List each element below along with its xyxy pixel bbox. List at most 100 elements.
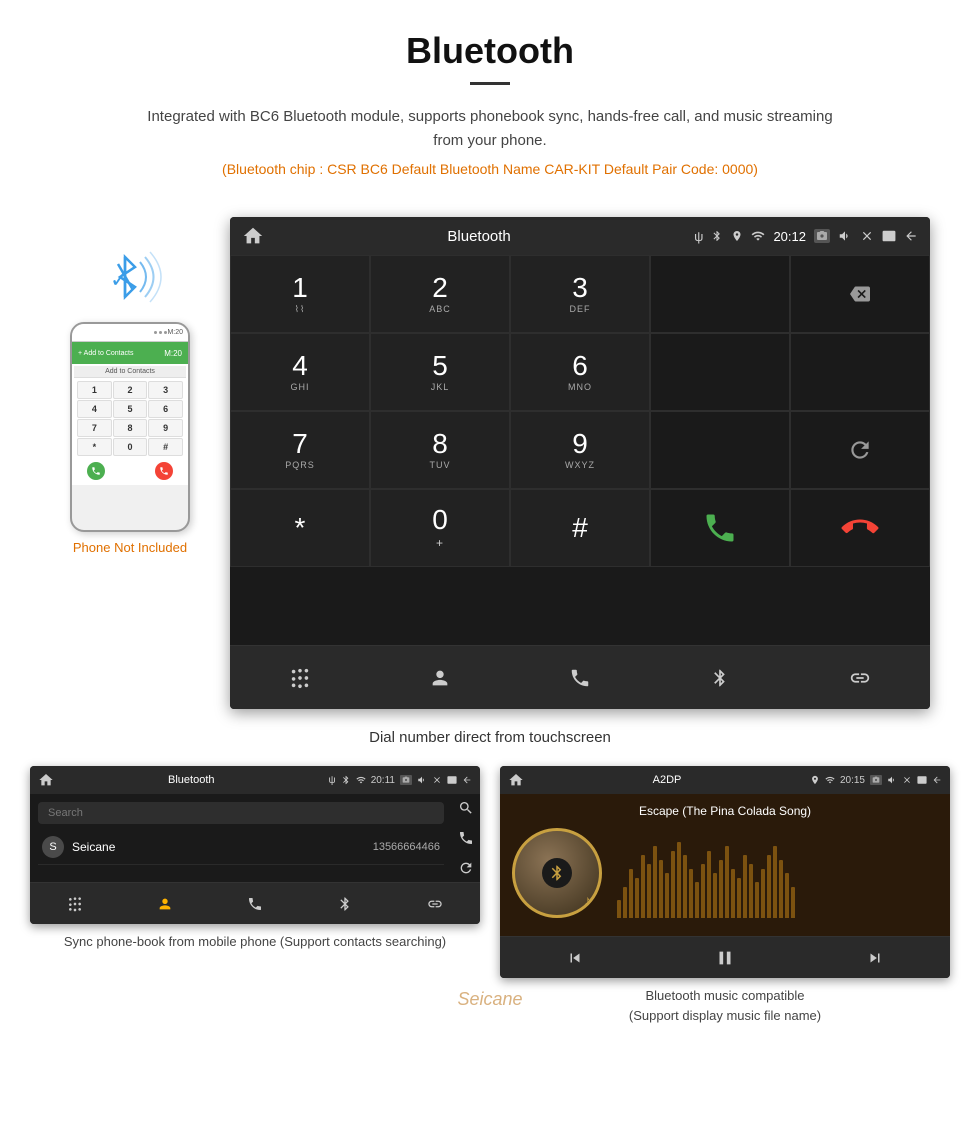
dial-key-3[interactable]: 3 DEF xyxy=(510,255,650,333)
viz-bar xyxy=(755,882,759,918)
dial-key-4[interactable]: 4 GHI xyxy=(230,333,370,411)
viz-bar xyxy=(683,855,687,918)
pb-close-icon xyxy=(432,775,442,785)
phone-dial-2[interactable]: 2 xyxy=(113,381,148,399)
dial-key-9[interactable]: 9 WXYZ xyxy=(510,411,650,489)
viz-bar xyxy=(695,882,699,918)
main-time: 20:12 xyxy=(773,229,806,244)
phone-dial-4[interactable]: 4 xyxy=(77,400,112,418)
contact-number: 13566664466 xyxy=(373,841,440,853)
dial-key-7[interactable]: 7 PQRS xyxy=(230,411,370,489)
end-call-icon xyxy=(835,503,886,554)
phone-dial-0[interactable]: 0 xyxy=(113,438,148,456)
dial-key-8[interactable]: 8 TUV xyxy=(370,411,510,489)
phone-dial-5[interactable]: 5 xyxy=(113,400,148,418)
page-header: Bluetooth Integrated with BC6 Bluetooth … xyxy=(0,0,980,207)
screen-icon xyxy=(882,229,896,243)
phonebook-home-icon[interactable] xyxy=(38,772,54,788)
dial-key-0[interactable]: 0 + xyxy=(370,489,510,567)
main-screen-area: ✓ M:20 xyxy=(0,207,980,719)
next-track-btn[interactable] xyxy=(800,937,950,978)
phone-dial-1[interactable]: 1 xyxy=(77,381,112,399)
camera-icon[interactable] xyxy=(814,229,830,243)
pb-link-btn[interactable] xyxy=(390,883,480,924)
pb-link-icon xyxy=(427,896,443,912)
dial-empty-3 xyxy=(790,333,930,411)
music-camera-icon xyxy=(870,775,882,785)
main-screen-caption: Dial number direct from touchscreen xyxy=(0,729,980,746)
play-pause-btn[interactable] xyxy=(650,937,800,978)
viz-bar xyxy=(785,873,789,918)
dial-call-green-cell[interactable] xyxy=(650,489,790,567)
album-art: ♪ xyxy=(512,828,602,918)
viz-bar xyxy=(707,851,711,919)
pb-dialpad-btn[interactable] xyxy=(30,883,120,924)
call-icon-pb xyxy=(458,830,474,846)
phone-dial-3[interactable]: 3 xyxy=(148,381,183,399)
phone-call-button[interactable] xyxy=(87,462,105,480)
music-close-icon xyxy=(902,775,912,785)
phone-dial-7[interactable]: 7 xyxy=(77,419,112,437)
music-screen: A2DP 20:15 xyxy=(500,766,950,978)
contact-row[interactable]: S Seicane 13566664466 xyxy=(38,830,444,865)
pb-calllog-icon xyxy=(247,896,263,912)
bluetooth-action-icon xyxy=(710,667,730,689)
music-loc-icon xyxy=(810,775,820,785)
phone-dial-9[interactable]: 9 xyxy=(148,419,183,437)
pb-contacts-btn[interactable] xyxy=(120,883,210,924)
dial-key-5[interactable]: 5 JKL xyxy=(370,333,510,411)
end-call-icon xyxy=(159,466,169,476)
dial-key-1[interactable]: 1 ⌇⌇ xyxy=(230,255,370,333)
viz-bar xyxy=(629,869,633,919)
phone-dial-8[interactable]: 8 xyxy=(113,419,148,437)
pb-time: 20:11 xyxy=(371,775,395,786)
play-pause-icon xyxy=(714,947,736,969)
dial-empty-4 xyxy=(650,411,790,489)
volume-icon[interactable] xyxy=(838,229,852,243)
main-car-screen: Bluetooth ψ 20:12 xyxy=(230,217,930,709)
music-home-icon[interactable] xyxy=(508,772,524,788)
phone-dial-hash[interactable]: # xyxy=(148,438,183,456)
dial-key-hash[interactable]: # xyxy=(510,489,650,567)
pb-call-btn[interactable] xyxy=(452,824,480,852)
prev-track-btn[interactable] xyxy=(500,937,650,978)
viz-bars xyxy=(617,828,938,918)
phone-green-text: + Add to Contacts xyxy=(78,350,133,357)
pb-search-btn[interactable] xyxy=(452,794,480,822)
viz-bar xyxy=(737,878,741,919)
music-signal-icon xyxy=(825,775,835,785)
phone-end-button[interactable] xyxy=(155,462,173,480)
phone-dial-star[interactable]: * xyxy=(77,438,112,456)
dial-key-star[interactable]: * xyxy=(230,489,370,567)
viz-bar xyxy=(677,842,681,919)
phone-dial-6[interactable]: 6 xyxy=(148,400,183,418)
bluetooth-btn[interactable] xyxy=(650,646,790,709)
pb-screen-icon xyxy=(447,775,457,785)
dial-backspace[interactable] xyxy=(790,255,930,333)
contacts-btn[interactable] xyxy=(370,646,510,709)
phone-status-text: M:20 xyxy=(167,329,183,336)
back-arrow-icon[interactable] xyxy=(904,229,918,243)
phone-time: M:20 xyxy=(164,349,182,358)
pb-refresh-btn[interactable] xyxy=(452,854,480,882)
dial-call-red-cell[interactable] xyxy=(790,489,930,567)
usb-icon: ψ xyxy=(694,229,703,244)
pb-bt-btn[interactable] xyxy=(300,883,390,924)
dial-empty-2 xyxy=(650,333,790,411)
viz-bar xyxy=(731,869,735,919)
pb-calllog-btn[interactable] xyxy=(210,883,300,924)
viz-bar xyxy=(689,869,693,919)
viz-bar xyxy=(761,869,765,919)
home-icon[interactable] xyxy=(242,225,264,247)
refresh-icon xyxy=(847,437,873,463)
call-log-btn[interactable] xyxy=(510,646,650,709)
dial-refresh[interactable] xyxy=(790,411,930,489)
title-divider xyxy=(470,82,510,85)
link-btn[interactable] xyxy=(790,646,930,709)
dial-key-6[interactable]: 6 MNO xyxy=(510,333,650,411)
dialpad-btn[interactable] xyxy=(230,646,370,709)
phonebook-top-right: ψ 20:11 xyxy=(329,775,472,786)
close-icon[interactable] xyxy=(860,229,874,243)
dial-key-2[interactable]: 2 ABC xyxy=(370,255,510,333)
search-bar[interactable]: Search xyxy=(38,802,444,824)
